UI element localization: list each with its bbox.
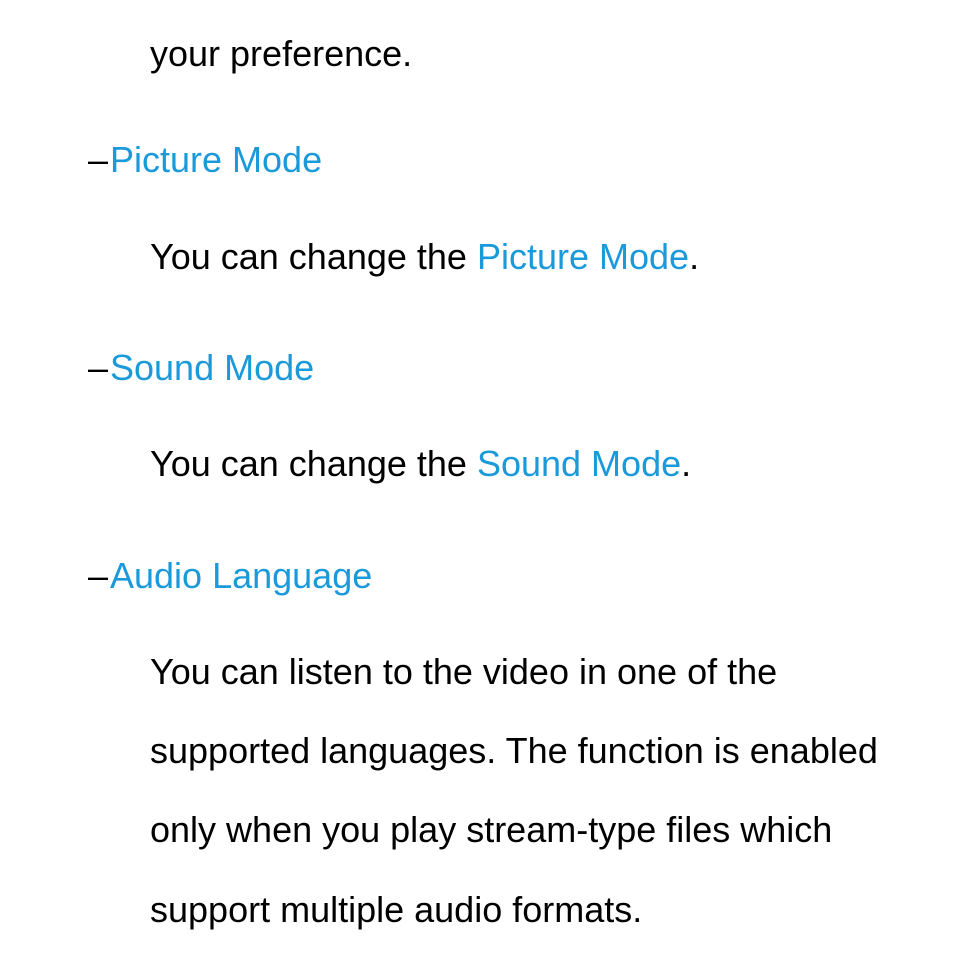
heading-row: – Audio Language [60,542,894,610]
heading-sound-mode[interactable]: Sound Mode [110,334,314,402]
desc-text-pre: You can change the [150,443,477,484]
heading-picture-mode[interactable]: Picture Mode [110,126,322,194]
desc-text-pre: You can listen to the video in one of th… [150,651,878,930]
desc-text-post: . [689,236,699,277]
description: You can listen to the video in one of th… [60,632,894,949]
trailing-fragment: your preference. [60,20,894,88]
heading-row: – Picture Mode [60,126,894,194]
desc-text-pre: You can change the [150,236,477,277]
inline-link-sound-mode[interactable]: Sound Mode [477,443,681,484]
heading-row: – Sound Mode [60,334,894,402]
bullet-dash: – [60,542,110,610]
desc-text-post: . [681,443,691,484]
bullet-dash: – [60,126,110,194]
option-item-sound-mode: – Sound Mode You can change the Sound Mo… [60,334,894,504]
description: You can change the Picture Mode. [60,217,894,296]
option-item-audio-language: – Audio Language You can listen to the v… [60,542,894,949]
heading-audio-language[interactable]: Audio Language [110,542,372,610]
description: You can change the Sound Mode. [60,424,894,503]
option-item-picture-mode: – Picture Mode You can change the Pictur… [60,126,894,296]
inline-link-picture-mode[interactable]: Picture Mode [477,236,689,277]
bullet-dash: – [60,334,110,402]
